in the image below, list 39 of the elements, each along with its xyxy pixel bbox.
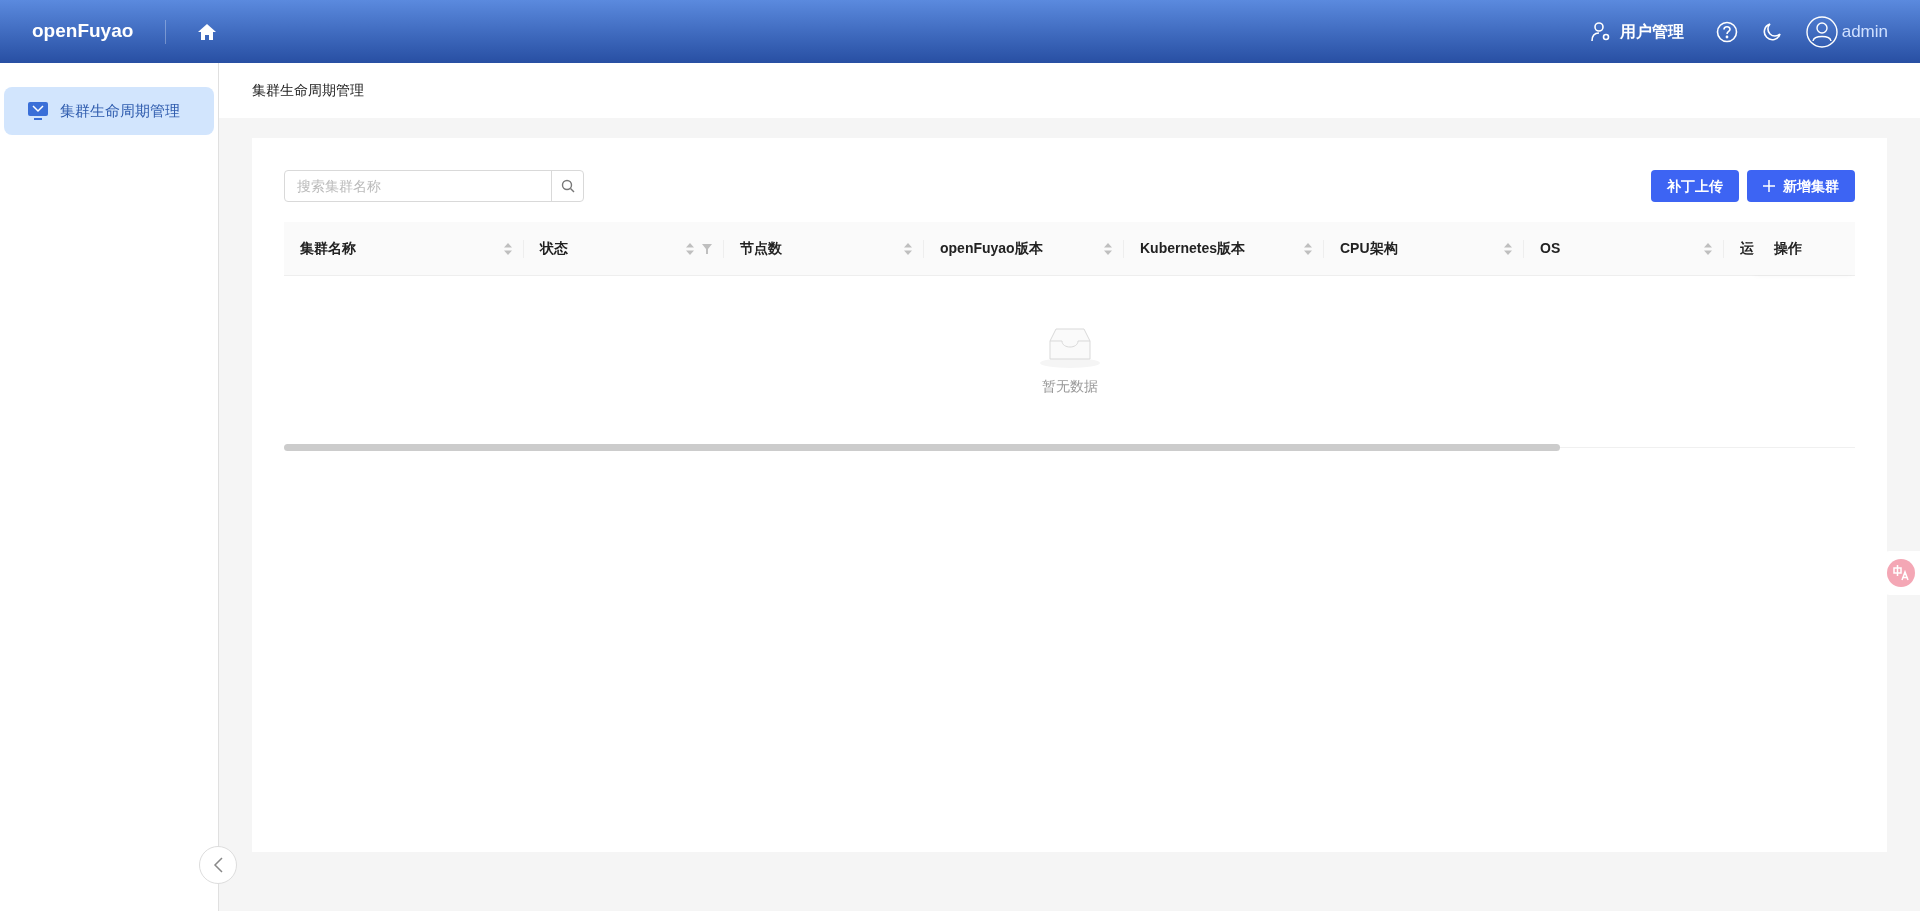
logo[interactable]: openFuyao — [32, 17, 134, 46]
breadcrumb: 集群生命周期管理 — [252, 81, 364, 100]
upload-button[interactable]: 补丁上传 — [1651, 170, 1739, 202]
sort-icon[interactable] — [686, 242, 694, 255]
column-title: 操作 — [1774, 239, 1802, 258]
help-icon[interactable] — [1715, 20, 1738, 43]
sort-icon[interactable] — [904, 242, 912, 255]
empty-text: 暂无数据 — [1041, 376, 1098, 396]
avatar-icon[interactable] — [1805, 15, 1838, 48]
search-icon — [560, 179, 575, 193]
user-gear-icon — [1589, 20, 1612, 43]
add-cluster-button[interactable]: 新增集群 — [1747, 170, 1855, 202]
user-management-button[interactable]: 用户管理 — [1589, 19, 1684, 44]
column-title: 状态 — [540, 239, 569, 258]
column-title: Kubernetes版本 — [1140, 239, 1247, 258]
collapse-button[interactable] — [199, 846, 237, 884]
home-icon[interactable] — [198, 23, 217, 40]
monitor-icon — [28, 101, 48, 121]
username: admin — [1841, 20, 1888, 43]
chevron-left-icon — [213, 857, 223, 873]
sort-icon[interactable] — [1304, 242, 1312, 255]
sort-icon[interactable] — [1104, 242, 1112, 255]
plus-icon — [1763, 180, 1775, 192]
column-title: OS — [1540, 239, 1562, 258]
translate-icon[interactable] — [1887, 559, 1915, 587]
column-title: CPU架构 — [1340, 239, 1399, 258]
column-title: 集群名称 — [300, 239, 357, 258]
sidebar-item[interactable]: 集群生命周期管理 — [4, 87, 214, 135]
column-title: openFuyao版本 — [940, 239, 1044, 258]
sort-icon[interactable] — [1504, 242, 1512, 255]
column-title: 节点数 — [740, 239, 783, 258]
empty-inbox-icon — [1037, 326, 1102, 368]
sort-icon[interactable] — [1704, 242, 1712, 255]
filter-icon[interactable] — [702, 243, 712, 254]
moon-icon[interactable] — [1761, 21, 1782, 42]
column-title: 运 — [1740, 239, 1754, 258]
search-field[interactable]: 搜索集群名称 — [284, 170, 584, 202]
sort-icon[interactable] — [504, 242, 512, 255]
search-input[interactable]: 搜索集群名称 — [285, 171, 551, 201]
